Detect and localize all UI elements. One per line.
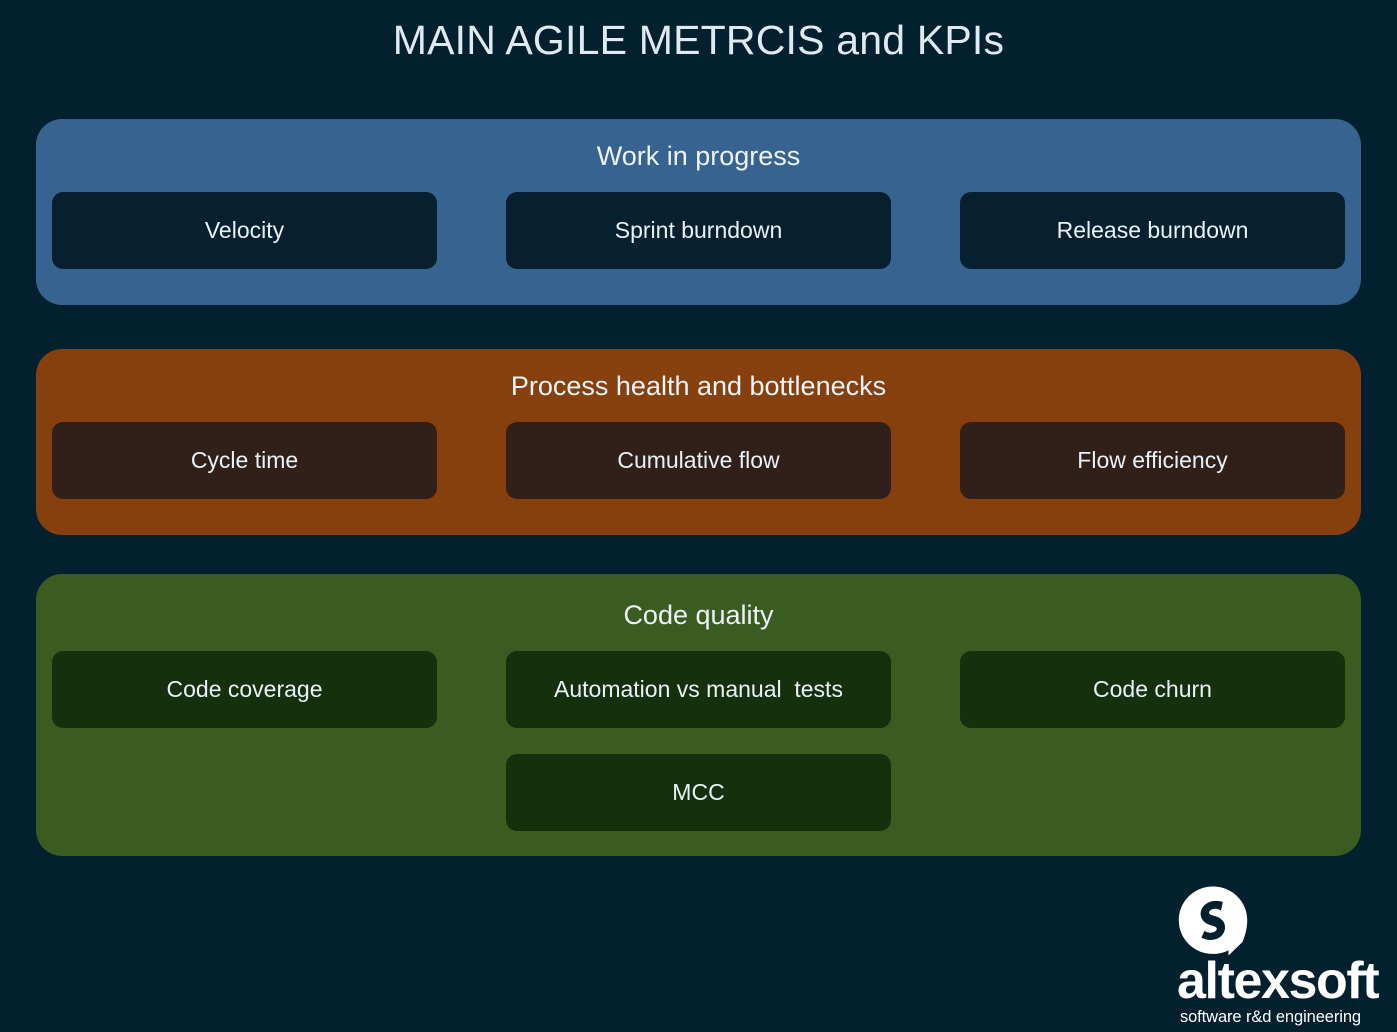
section-work-in-progress: Work in progress Velocity Sprint burndow…: [36, 119, 1361, 305]
altexsoft-logo: altexsoft software r&d engineering: [1073, 885, 1380, 1025]
card-row-process-health: Cycle time Cumulative flow Flow efficien…: [36, 422, 1361, 499]
metric-card-code-churn[interactable]: Code churn: [960, 651, 1345, 728]
altexsoft-tagline: software r&d engineering: [1179, 1008, 1361, 1026]
altexsoft-wordmark: altexsoft: [1177, 952, 1380, 1010]
metric-card-release-burndown[interactable]: Release burndown: [960, 192, 1345, 269]
card-row-code-quality-second: MCC: [36, 754, 1361, 831]
metric-card-code-coverage[interactable]: Code coverage: [52, 651, 437, 728]
infographic-canvas: MAIN AGILE METRCIS and KPIs Work in prog…: [0, 0, 1397, 1032]
metric-card-velocity[interactable]: Velocity: [52, 192, 437, 269]
metric-card-sprint-burndown[interactable]: Sprint burndown: [506, 192, 891, 269]
section-title-code-quality: Code quality: [623, 600, 774, 630]
metric-card-cycle-time[interactable]: Cycle time: [52, 422, 437, 499]
metric-card-automation-vs-manual-tests[interactable]: Automation vs manual tests: [506, 651, 891, 728]
altexsoft-speech-bubble-a-icon: [1177, 885, 1249, 957]
page-title: MAIN AGILE METRCIS and KPIs: [392, 17, 1005, 63]
card-row-work-in-progress: Velocity Sprint burndown Release burndow…: [36, 192, 1361, 269]
section-title-work-in-progress: Work in progress: [596, 141, 801, 171]
card-row-code-quality: Code coverage Automation vs manual tests…: [36, 651, 1361, 728]
section-title-process-health: Process health and bottlenecks: [510, 371, 887, 401]
metric-card-flow-efficiency[interactable]: Flow efficiency: [960, 422, 1345, 499]
metric-card-mcc[interactable]: MCC: [506, 754, 891, 831]
section-code-quality: Code quality Code coverage Automation vs…: [36, 574, 1361, 856]
metric-card-cumulative-flow[interactable]: Cumulative flow: [506, 422, 891, 499]
section-process-health: Process health and bottlenecks Cycle tim…: [36, 349, 1361, 535]
